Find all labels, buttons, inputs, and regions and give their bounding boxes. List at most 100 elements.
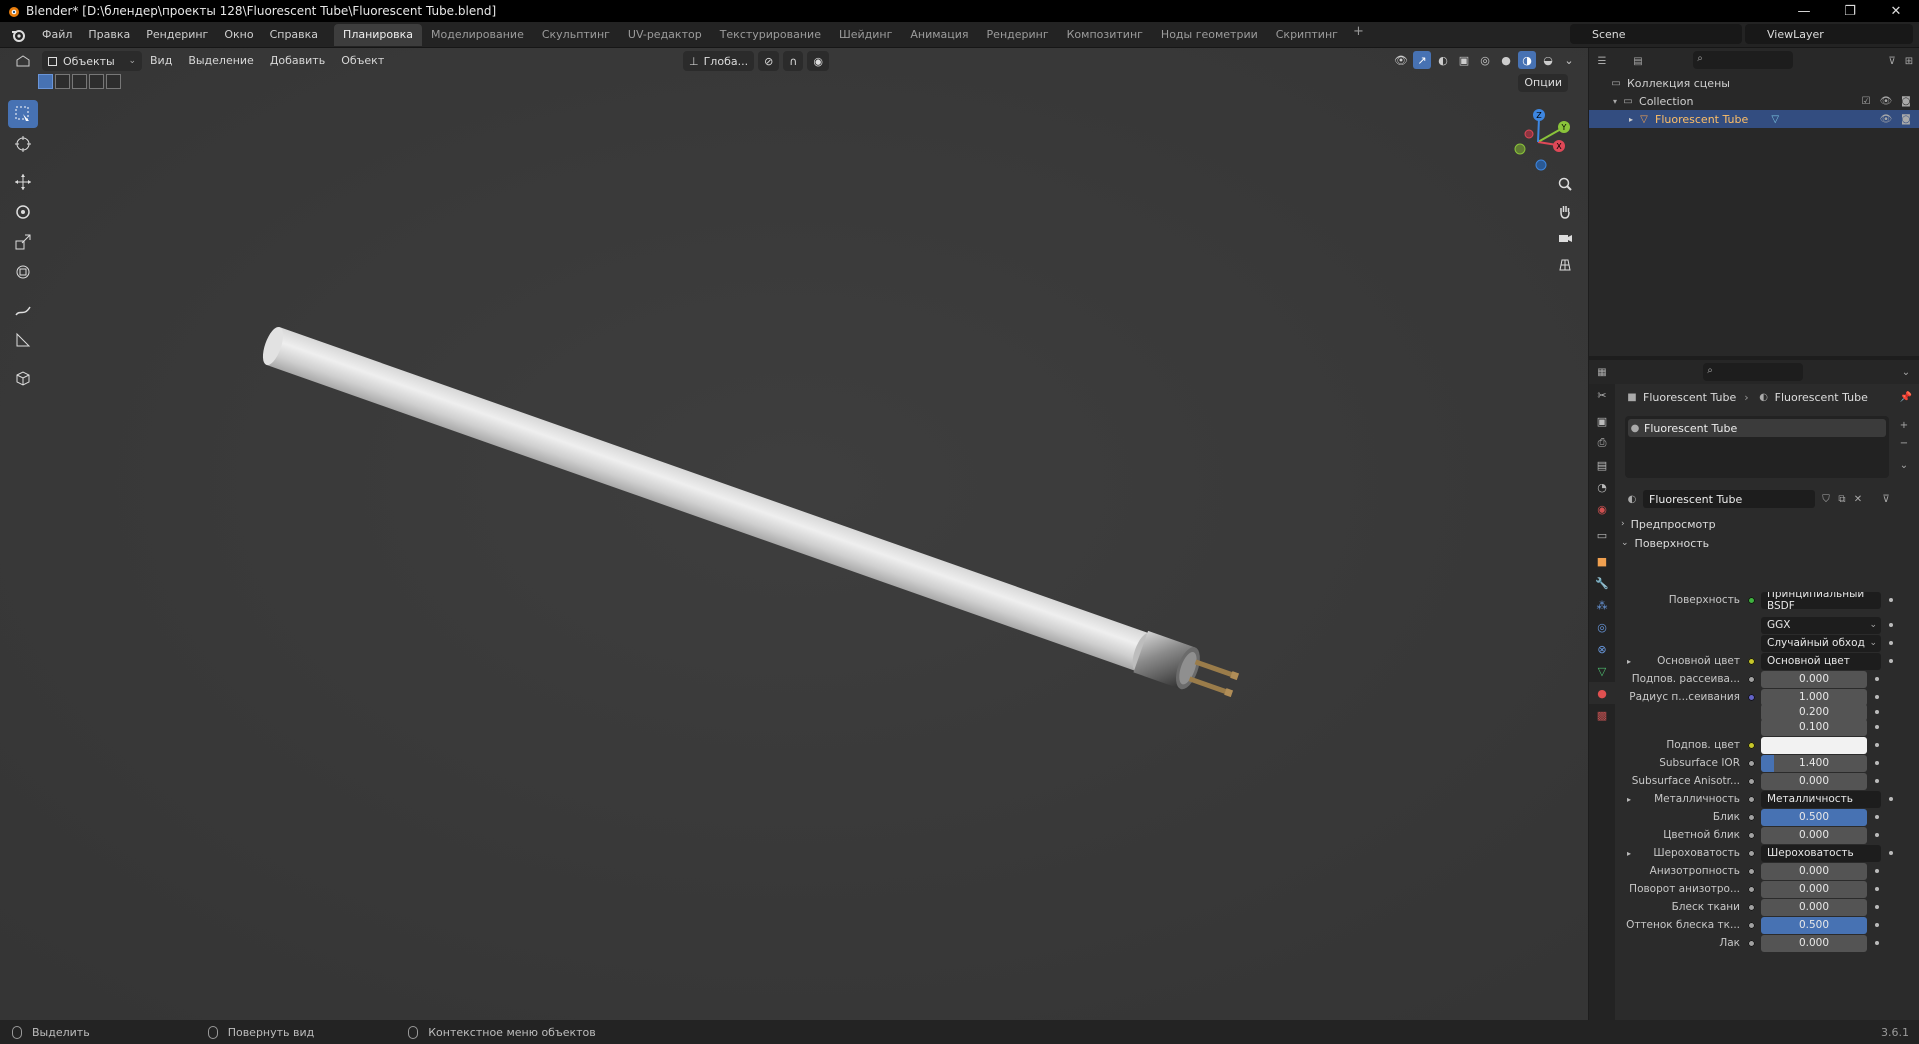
- navigation-gizmo[interactable]: Z Y X: [1498, 98, 1578, 178]
- mesh-data-icon[interactable]: ▽: [1768, 112, 1782, 126]
- disclosure-right-icon[interactable]: ▸: [1629, 115, 1633, 124]
- keyframe-dot-icon[interactable]: [1875, 869, 1879, 873]
- viewport-menu-view[interactable]: Вид: [142, 50, 180, 72]
- data-tab-icon[interactable]: ▽: [1589, 660, 1615, 682]
- outliner-collection-row[interactable]: ▾ ▭ Collection ☑ 👁 ◙: [1589, 92, 1919, 110]
- minimize-button[interactable]: —: [1781, 0, 1827, 22]
- property-value-field[interactable]: 0.000: [1761, 772, 1867, 790]
- input-socket-icon[interactable]: [1748, 795, 1755, 803]
- zoom-icon[interactable]: [1553, 172, 1577, 196]
- tab-uv-editing[interactable]: UV-редактор: [619, 24, 711, 46]
- modifier-tab-icon[interactable]: 🔧: [1589, 572, 1615, 594]
- expand-socket-icon[interactable]: ▸: [1627, 657, 1631, 666]
- outliner-scene-collection[interactable]: ▭ Коллекция сцены: [1589, 74, 1919, 92]
- tab-geometry-nodes[interactable]: Ноды геометрии: [1152, 24, 1267, 46]
- browse-material-icon[interactable]: ◐: [1625, 492, 1639, 506]
- keyframe-dot-icon[interactable]: [1889, 598, 1893, 602]
- property-value-field[interactable]: 0.100: [1761, 718, 1867, 736]
- property-dropdown[interactable]: Металличность: [1761, 790, 1881, 808]
- visibility-icon[interactable]: 👁: [1392, 51, 1410, 69]
- property-dropdown[interactable]: Шероховатость: [1761, 844, 1881, 862]
- tab-compositing[interactable]: Композитинг: [1058, 24, 1152, 46]
- keyframe-dot-icon[interactable]: [1875, 815, 1879, 819]
- rendered-shading-icon[interactable]: ◒: [1539, 51, 1557, 69]
- display-mode-icon[interactable]: ▤: [1631, 54, 1645, 68]
- property-value-field[interactable]: 1.400: [1761, 754, 1867, 772]
- input-socket-icon[interactable]: [1748, 741, 1755, 749]
- menu-file[interactable]: Файл: [34, 24, 80, 46]
- render-tab-icon[interactable]: ▣: [1589, 410, 1615, 432]
- select-new-icon[interactable]: [38, 74, 53, 89]
- property-value-field[interactable]: 0.000: [1761, 934, 1867, 952]
- snap-toggle[interactable]: ∩: [783, 51, 804, 71]
- keyframe-dot-icon[interactable]: [1875, 923, 1879, 927]
- input-socket-icon[interactable]: [1748, 813, 1755, 821]
- input-socket-icon[interactable]: [1748, 903, 1755, 911]
- particles-tab-icon[interactable]: ⁂: [1589, 594, 1615, 616]
- wireframe-shading-icon[interactable]: ◎: [1476, 51, 1494, 69]
- material-tab-icon[interactable]: ●: [1589, 682, 1615, 704]
- scale-tool-icon[interactable]: [8, 228, 38, 256]
- exclude-checkbox[interactable]: ☑: [1859, 94, 1873, 108]
- viewport-menu-add[interactable]: Добавить: [262, 50, 333, 72]
- texture-tab-icon[interactable]: ▩: [1589, 704, 1615, 726]
- input-socket-icon[interactable]: [1748, 759, 1755, 767]
- input-socket-icon[interactable]: [1748, 777, 1755, 785]
- input-socket-icon[interactable]: [1748, 867, 1755, 875]
- properties-editor-icon[interactable]: ▦: [1595, 365, 1609, 379]
- solid-shading-icon[interactable]: ●: [1497, 51, 1515, 69]
- select-invert-icon[interactable]: [89, 74, 104, 89]
- tab-shading[interactable]: Шейдинг: [830, 24, 901, 46]
- expand-socket-icon[interactable]: ▸: [1627, 795, 1631, 804]
- tab-sculpting[interactable]: Скульптинг: [533, 24, 619, 46]
- new-collection-icon[interactable]: ⊞: [1902, 54, 1916, 68]
- tab-modeling[interactable]: Моделирование: [422, 24, 533, 46]
- disclosure-down-icon[interactable]: ▾: [1613, 97, 1617, 106]
- eye-icon[interactable]: 👁: [1879, 112, 1893, 126]
- fake-user-shield-icon[interactable]: ⛉: [1819, 492, 1833, 506]
- gizmo-toggle-icon[interactable]: ↗: [1413, 51, 1431, 69]
- blender-menu-icon[interactable]: [10, 27, 26, 43]
- keyframe-dot-icon[interactable]: [1889, 659, 1893, 663]
- tab-rendering[interactable]: Рендеринг: [978, 24, 1058, 46]
- object-mode-dropdown[interactable]: Объекты ⌄: [42, 51, 142, 71]
- keyframe-dot-icon[interactable]: [1889, 641, 1893, 645]
- outliner-editor-icon[interactable]: ☰: [1595, 54, 1609, 68]
- output-tab-icon[interactable]: ⎙: [1589, 432, 1615, 454]
- view-layer-selector[interactable]: ViewLayer: [1745, 24, 1913, 44]
- keyframe-dot-icon[interactable]: [1889, 623, 1893, 627]
- rotate-tool-icon[interactable]: [8, 198, 38, 226]
- proportional-edit-toggle[interactable]: ◉: [807, 51, 829, 71]
- outliner-search-input[interactable]: ⌕: [1693, 51, 1793, 69]
- keyframe-dot-icon[interactable]: [1875, 905, 1879, 909]
- pin-icon[interactable]: 📌: [1899, 390, 1913, 404]
- menu-edit[interactable]: Правка: [80, 24, 138, 46]
- measure-tool-icon[interactable]: [8, 326, 38, 354]
- view-layer-tab-icon[interactable]: ▤: [1589, 454, 1615, 476]
- collection-tab-icon[interactable]: ▭: [1589, 524, 1615, 546]
- keyframe-dot-icon[interactable]: [1889, 797, 1893, 801]
- property-value-field[interactable]: 0.000: [1761, 862, 1867, 880]
- keyframe-dot-icon[interactable]: [1875, 941, 1879, 945]
- select-extend-icon[interactable]: [55, 74, 70, 89]
- input-socket-icon[interactable]: [1748, 849, 1755, 857]
- xray-toggle-icon[interactable]: ▣: [1455, 51, 1473, 69]
- pivot-point-dropdown[interactable]: ⊘: [758, 51, 780, 71]
- filter-icon[interactable]: ⊽: [1885, 54, 1899, 68]
- color-swatch[interactable]: [1761, 736, 1867, 754]
- add-workspace-button[interactable]: +: [1347, 24, 1370, 46]
- keyframe-dot-icon[interactable]: [1875, 761, 1879, 765]
- move-tool-icon[interactable]: [8, 168, 38, 196]
- keyframe-dot-icon[interactable]: [1875, 887, 1879, 891]
- expand-socket-icon[interactable]: ▸: [1627, 849, 1631, 858]
- duplicate-material-icon[interactable]: ⧉: [1835, 492, 1849, 506]
- input-socket-icon[interactable]: [1748, 939, 1755, 947]
- tab-texture-paint[interactable]: Текстурирование: [711, 24, 830, 46]
- tab-layout[interactable]: Планировка: [334, 23, 423, 46]
- tool-tab-icon[interactable]: ✂: [1589, 384, 1615, 406]
- material-slot-item[interactable]: ● Fluorescent Tube: [1628, 419, 1886, 437]
- select-intersect-icon[interactable]: [106, 74, 121, 89]
- keyframe-dot-icon[interactable]: [1875, 695, 1879, 699]
- shading-options-icon[interactable]: ⌄: [1560, 51, 1578, 69]
- property-dropdown[interactable]: GGX ⌄: [1761, 616, 1881, 634]
